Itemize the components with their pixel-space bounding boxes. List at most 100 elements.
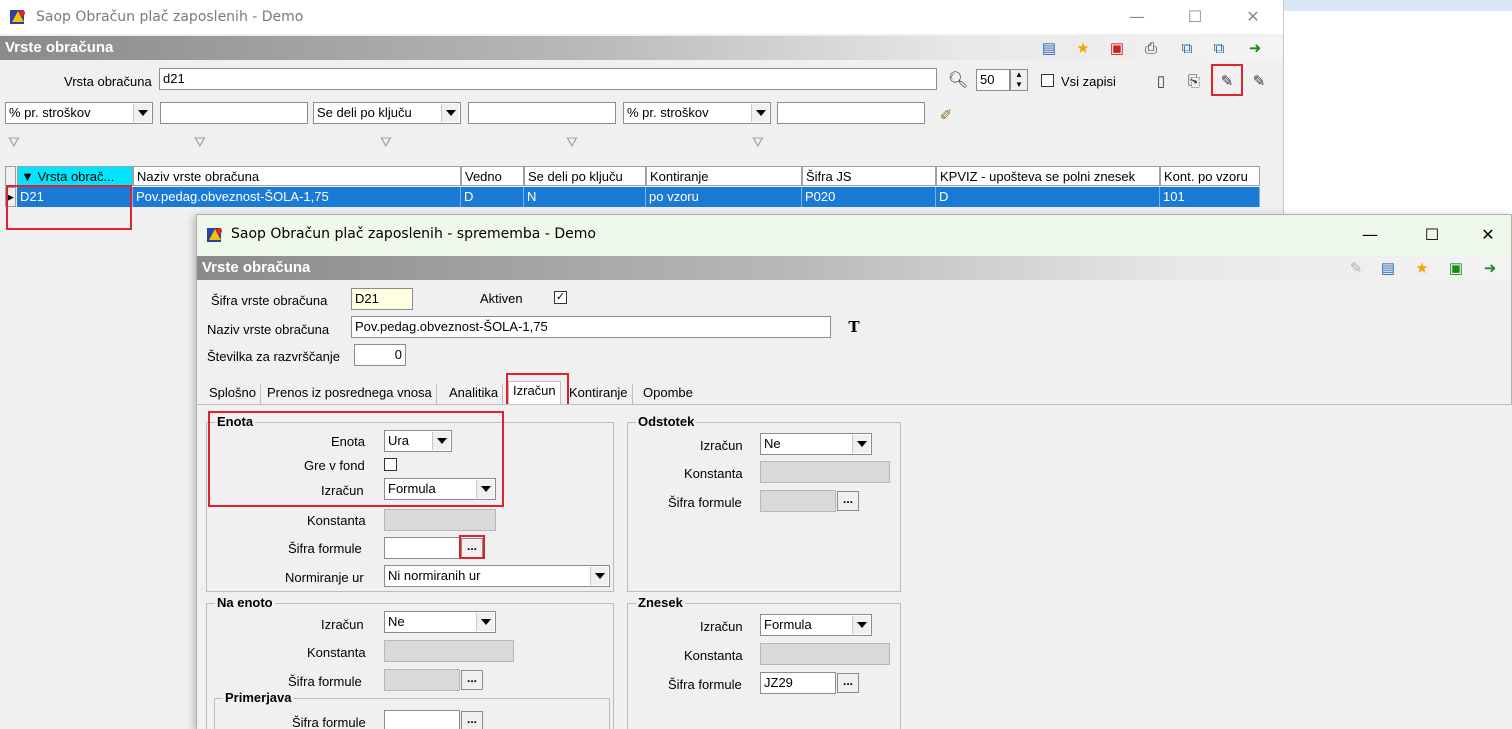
edit-list-icon[interactable]: ✎ [1248,70,1270,92]
percent-formula-browse-button[interactable]: ... [837,491,859,511]
amount-formula-input[interactable]: JZ29 [760,672,836,694]
text-format-icon[interactable]: T [843,316,865,338]
compare-formula-input[interactable] [384,710,460,729]
copy-document-icon[interactable]: ⎘ [1183,70,1205,92]
copy-icon[interactable]: ⧉ [1176,37,1198,59]
grid-header-always[interactable]: Vedno [461,166,524,186]
filter-input-1[interactable] [160,102,308,124]
per-unit-calc-combo[interactable]: Ne [384,611,496,633]
app-logo-icon [207,228,222,242]
filter-combo-1[interactable]: % pr. stroškov [5,102,153,124]
grid-header-name[interactable]: Naziv vrste obračuna [133,166,461,186]
funnel-icon[interactable]: ⛛ [194,134,212,152]
grid-cell-kpviz[interactable]: D [936,187,1160,207]
name-input[interactable]: Pov.pedag.obveznost-ŠOLA-1,75 [351,316,831,338]
grid-header-template[interactable]: Kont. po vzoru [1160,166,1260,186]
list-icon[interactable]: ▤ [1377,257,1399,279]
list-icon[interactable]: ▤ [1038,37,1060,59]
filter-combo-3[interactable]: % pr. stroškov [623,102,771,124]
new-document-icon[interactable]: ▯ [1150,70,1172,92]
grid-cell-name[interactable]: Pov.pedag.obveznost-ŠOLA-1,75 [133,187,461,207]
unit-highlight [208,411,504,507]
compare-formula-browse-button[interactable]: ... [461,711,483,729]
edit-icon[interactable]: ✎ [1345,257,1367,279]
grid-header-posting[interactable]: Kontiranje [646,166,802,186]
all-records-checkbox[interactable] [1041,74,1054,87]
tab-general[interactable]: Splošno [205,384,261,404]
delete-document-icon[interactable]: ▣ [1106,37,1128,59]
search-icon[interactable]: 🔍︎ [947,69,969,91]
code-input[interactable]: D21 [351,288,413,310]
close-icon[interactable]: ✕ [1465,222,1511,248]
minimize-icon[interactable]: — [1347,222,1393,248]
name-label: Naziv vrste obračuna [207,322,330,337]
compare-group-title: Primerjava [223,690,294,705]
dialog-section-header: Vrste obračuna ✎ ▤ ★ ▣ ➜ [197,256,1511,280]
funnel-icon[interactable]: ⛛ [380,134,398,152]
grid-header-code[interactable]: ▼ Vrsta obrač... [17,166,133,186]
per-unit-formula-browse-button[interactable]: ... [461,670,483,690]
save-icon[interactable]: ▣ [1445,257,1467,279]
percent-group-title: Odstotek [636,414,697,429]
filter-input-3[interactable] [777,102,925,124]
page-size-input[interactable]: 50 [976,69,1010,91]
per-unit-formula-input[interactable] [384,669,460,691]
amount-calc-combo[interactable]: Formula [760,614,872,636]
copy-settings-icon[interactable]: ⧉ [1208,37,1230,59]
amount-formula-label: Šifra formule [668,677,742,692]
search-input[interactable]: d21 [159,68,937,90]
tab-transfer[interactable]: Prenos iz posrednega vnosa [263,384,437,404]
sort-input[interactable]: 0 [354,344,406,366]
filter-combo-3-value: % pr. stroškov [627,105,709,120]
filter-combo-2[interactable]: Se deli po ključu [313,102,461,124]
star-icon[interactable]: ★ [1072,37,1094,59]
star-icon[interactable]: ★ [1411,257,1433,279]
background-strip [1284,0,1512,11]
maximize-icon[interactable]: ☐ [1172,4,1218,30]
filter-input-2[interactable] [468,102,616,124]
active-checkbox[interactable]: ✓ [554,291,567,304]
chevron-down-icon [476,613,494,631]
page-size-spinner[interactable]: ▲ ▼ [1010,69,1028,91]
funnel-icon[interactable]: ⛛ [752,134,770,152]
grid-cell-always[interactable]: D [461,187,524,207]
amount-const-input[interactable] [760,643,890,665]
per-unit-const-label: Konstanta [307,645,366,660]
amount-formula-browse-button[interactable]: ... [837,673,859,693]
per-unit-group-title: Na enoto [215,595,275,610]
tab-posting[interactable]: Kontiranje [565,384,633,404]
percent-const-label: Konstanta [684,466,743,481]
percent-formula-input[interactable] [760,490,836,512]
percent-const-input[interactable] [760,461,890,483]
unit-formula-input[interactable] [384,537,460,559]
grid-cell-split[interactable]: N [524,187,646,207]
percent-calc-combo[interactable]: Ne [760,433,872,455]
funnel-icon[interactable]: ⛛ [8,134,26,152]
grid-header-kpviz[interactable]: KPVIZ - upošteva se polni znesek [936,166,1160,186]
exit-icon[interactable]: ➜ [1479,257,1501,279]
maximize-icon[interactable]: ☐ [1409,222,1455,248]
tab-analytics[interactable]: Analitika [445,384,504,404]
percent-calc-combo-value: Ne [764,436,781,451]
chevron-down-icon [441,104,459,122]
eraser-icon[interactable]: ✐ [935,104,957,126]
print-icon[interactable]: ⎙ [1140,37,1162,59]
exit-icon[interactable]: ➜ [1244,37,1266,59]
normalize-combo[interactable]: Ni normiranih ur [384,565,610,587]
unit-const-input[interactable] [384,509,496,531]
minimize-icon[interactable]: — [1114,4,1160,30]
grid-cell-posting[interactable]: po vzoru [646,187,802,207]
tab-notes[interactable]: Opombe [639,384,697,404]
funnel-icon[interactable]: ⛛ [566,134,584,152]
active-label: Aktiven [480,291,523,306]
grid-header-js-code[interactable]: Šifra JS [802,166,936,186]
close-icon[interactable]: ✕ [1230,4,1276,30]
grid-header-split[interactable]: Se deli po ključu [524,166,646,186]
main-titlebar: Saop Obračun plač zaposlenih - Demo — ☐ … [0,0,1283,34]
edit-dialog: Saop Obračun plač zaposlenih - sprememba… [196,214,1512,729]
percent-calc-label: Izračun [700,438,743,453]
grid-cell-js-code[interactable]: P020 [802,187,936,207]
grid-cell-template[interactable]: 101 [1160,187,1260,207]
per-unit-const-input[interactable] [384,640,514,662]
grid-corner [5,166,16,186]
